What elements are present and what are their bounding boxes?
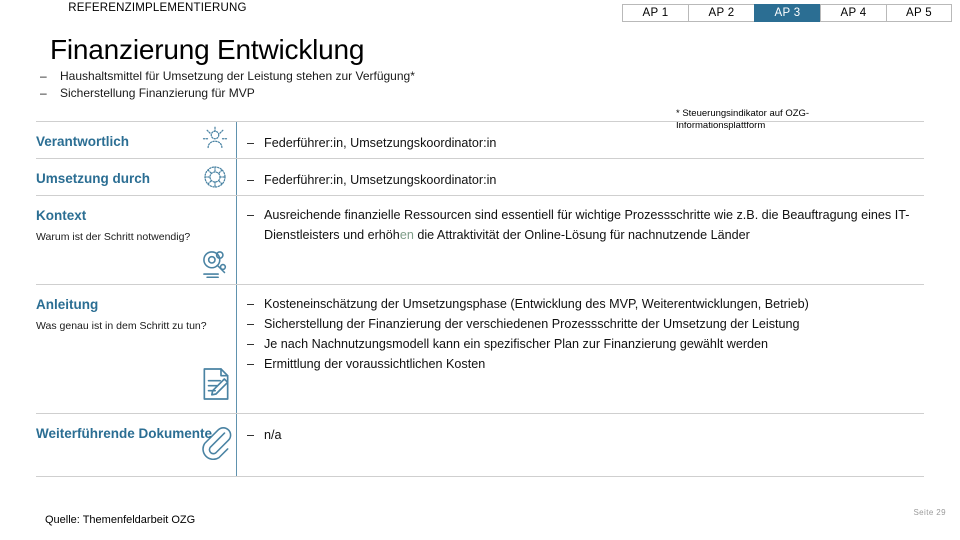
row-subtitle: Warum ist der Schritt notwendig? (36, 230, 191, 243)
footnote-line-1: * Steuerungsindikator auf OZG- (676, 108, 810, 119)
bullet-item: – n/a (247, 425, 924, 445)
tab-ap-3[interactable]: AP 3 (754, 4, 820, 22)
row-content-cell: – Federführer:in, Umsetzungskoordinator:… (237, 122, 924, 158)
row-vertical-divider (236, 159, 237, 195)
bullet-item: – Je nach Nachnutzungsmodell kann ein sp… (247, 334, 924, 354)
tab-ap-2[interactable]: AP 2 (688, 4, 754, 22)
ap-tab-bar: AP 1 AP 2 AP 3 AP 4 AP 5 (622, 4, 952, 22)
row-content-cell: – Federführer:in, Umsetzungskoordinator:… (237, 159, 924, 195)
bullet-dash: – (247, 297, 255, 311)
bullet-text: Ermittlung der voraussichtlichen Kosten (264, 357, 486, 371)
table-row: Anleitung Was genau ist in dem Schritt z… (36, 284, 924, 413)
tab-ap-2-label: AP 2 (708, 7, 735, 19)
row-vertical-divider (236, 285, 237, 413)
bullet-item: – Ermittlung der voraussichtlichen Koste… (247, 354, 924, 374)
bullet-text: Federführer:in, Umsetzungskoordinator:in (264, 136, 497, 150)
bullet-dash: – (247, 428, 255, 442)
bullet-item: – Federführer:in, Umsetzungskoordinator:… (247, 133, 924, 153)
row-vertical-divider (236, 414, 237, 476)
bullet-dash: – (247, 136, 255, 150)
person-network-icon (200, 125, 230, 155)
row-title: Kontext (36, 208, 87, 223)
subtitle-bullet-list: – Haushaltsmittel für Umsetzung der Leis… (36, 68, 596, 102)
tab-ap-5[interactable]: AP 5 (886, 4, 952, 22)
subtitle-bullet: – Haushaltsmittel für Umsetzung der Leis… (36, 68, 596, 85)
tab-ap-1-label: AP 1 (642, 7, 669, 19)
table-row: Kontext Warum ist der Schritt notwendig?… (36, 195, 924, 284)
bullet-item: – Federführer:in, Umsetzungskoordinator:… (247, 170, 924, 190)
bullet-item: – Ausreichende finanzielle Ressourcen si… (247, 205, 924, 245)
bullet-text: n/a (264, 428, 282, 442)
bullet-text: Kosteneinschätzung der Umsetzungsphase (… (264, 297, 809, 311)
tab-ap-4[interactable]: AP 4 (820, 4, 886, 22)
lifebuoy-gear-icon (200, 162, 230, 192)
tab-ap-4-label: AP 4 (840, 7, 867, 19)
bullet-text: Je nach Nachnutzungsmodell kann ein spez… (264, 337, 769, 351)
page-number: Seite 29 (913, 508, 946, 517)
bullet-dash: – (40, 69, 47, 83)
row-label-cell: Kontext Warum ist der Schritt notwendig? (36, 196, 236, 284)
bullet-dash: – (40, 86, 47, 100)
eyebrow-label: REFERENZIMPLEMENTIERUNG (68, 2, 247, 14)
row-vertical-divider (236, 196, 237, 284)
row-content-cell: – Kosteneinschätzung der Umsetzungsphase… (237, 285, 924, 413)
document-pencil-icon (196, 363, 236, 405)
bullet-item: – Sicherstellung der Finanzierung der ve… (247, 314, 924, 334)
row-vertical-divider (236, 122, 237, 158)
bullet-dash: – (247, 208, 255, 222)
bullet-dash: – (247, 317, 255, 331)
tab-ap-5-label: AP 5 (906, 7, 932, 19)
bullet-dash: – (247, 173, 255, 187)
bullet-text: Sicherstellung der Finanzierung der vers… (264, 317, 800, 331)
row-label-cell: Verantwortlich (36, 122, 236, 158)
bullet-dash: – (247, 357, 255, 371)
bullet-text: Ausreichende finanzielle Ressourcen sind… (264, 208, 910, 242)
tab-ap-1[interactable]: AP 1 (622, 4, 688, 22)
row-content-cell: – n/a (237, 414, 924, 476)
table-row: Umsetzung durch – Federführer:in, Umsetz… (36, 158, 924, 195)
subtitle-bullet-text: Haushaltsmittel für Umsetzung der Leistu… (60, 69, 415, 83)
row-label-cell: Weiterführende Dokumente (36, 414, 236, 476)
magnifier-search-icon (196, 244, 234, 282)
paperclip-icon (196, 422, 234, 460)
row-content-cell: – Ausreichende finanzielle Ressourcen si… (237, 196, 924, 284)
subtitle-bullet: – Sicherstellung Finanzierung für MVP (36, 85, 596, 102)
content-table: Verantwortlich – Federführer:in, Umsetzu… (36, 121, 924, 477)
row-subtitle: Was genau ist in dem Schritt zu tun? (36, 319, 207, 332)
bullet-item: – Kosteneinschätzung der Umsetzungsphase… (247, 294, 924, 314)
bullet-dash: – (247, 337, 255, 351)
source-label: Quelle: Themenfeldarbeit OZG (45, 514, 196, 526)
page-title: Finanzierung Entwicklung (50, 34, 365, 65)
row-title: Anleitung (36, 297, 99, 312)
table-row: Verantwortlich – Federführer:in, Umsetzu… (36, 121, 924, 158)
bullet-text: Federführer:in, Umsetzungskoordinator:in (264, 173, 497, 187)
subtitle-bullet-text: Sicherstellung Finanzierung für MVP (60, 86, 255, 100)
row-label-cell: Anleitung Was genau ist in dem Schritt z… (36, 285, 236, 413)
tab-ap-3-label: AP 3 (774, 7, 801, 19)
row-label-cell: Umsetzung durch (36, 159, 236, 195)
table-row: Weiterführende Dokumente – n/a (36, 413, 924, 477)
